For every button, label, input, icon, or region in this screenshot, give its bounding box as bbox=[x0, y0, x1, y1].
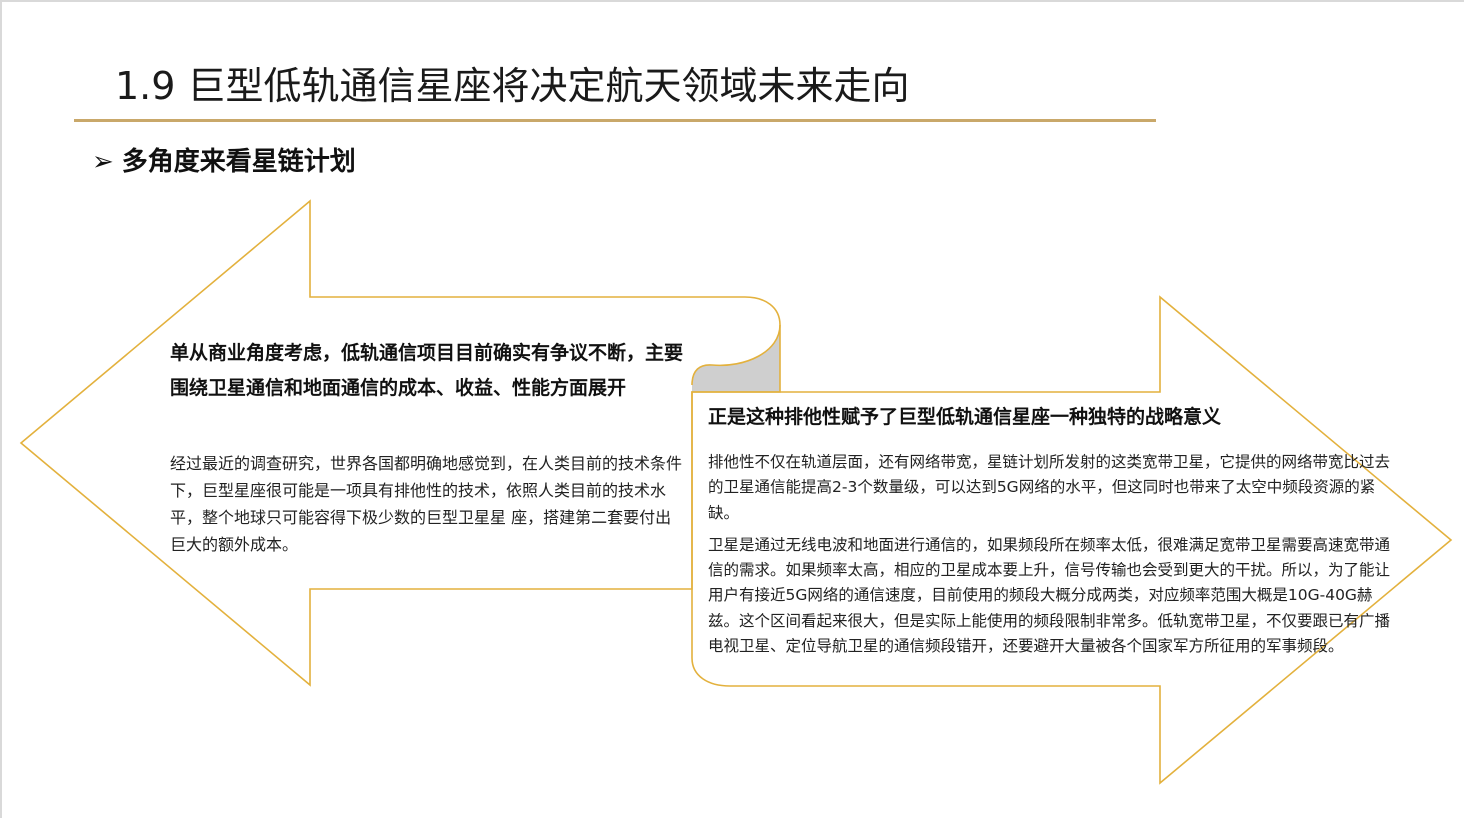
left-panel-body: 经过最近的调查研究，世界各国都明确地感觉到，在人类目前的技术条件下，巨型星座很可… bbox=[170, 454, 683, 554]
left-arrow-shape bbox=[19, 199, 781, 687]
right-panel-body: 排他性不仅在轨道层面，还有网络带宽，星链计划所发射的这类宽带卫星，它提供的网络带… bbox=[708, 450, 1392, 666]
left-panel-heading: 单从商业角度考虑，低轨通信项目目前确实有争议不断，主要围绕卫星通信和地面通信的成… bbox=[170, 342, 684, 399]
ribbon-fold-shadow bbox=[692, 325, 780, 392]
right-panel-paragraph: 卫星是通过无线电波和地面进行通信的，如果频段所在频率太低，很难满足宽带卫星需要高… bbox=[708, 535, 1391, 656]
right-panel-heading: 正是这种排他性赋予了巨型低轨通信星座一种独特的战略意义 bbox=[708, 406, 1222, 428]
right-panel-paragraph: 排他性不仅在轨道层面，还有网络带宽，星链计划所发射的这类宽带卫星，它提供的网络带… bbox=[708, 453, 1391, 522]
